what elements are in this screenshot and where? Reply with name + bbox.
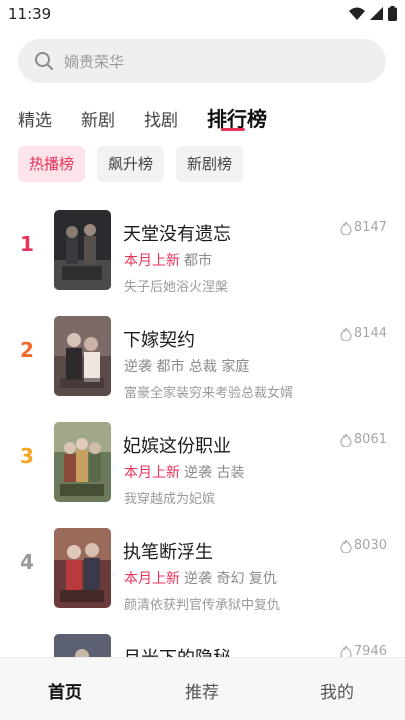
flame-icon — [340, 539, 352, 553]
genre-tags: 逆袭 奇幻 复仇 — [184, 571, 277, 587]
tab-new-drama[interactable]: 新剧 — [81, 106, 115, 131]
heat-value: 8144 — [353, 326, 387, 341]
drama-tags: 本月上新 逆袭 古装 — [124, 462, 244, 482]
drama-cover[interactable] — [54, 422, 111, 502]
wifi-icon — [349, 7, 365, 20]
drama-description: 我穿越成为妃嫔 — [124, 492, 216, 507]
heat-score: 8144 — [340, 326, 387, 341]
heat-score: 8061 — [340, 432, 387, 447]
rank-number: 1 — [20, 232, 34, 256]
new-this-month-badge: 本月上新 — [124, 465, 180, 481]
new-this-month-badge: 本月上新 — [124, 571, 180, 587]
nav-recommend[interactable]: 推荐 — [185, 678, 219, 703]
bottom-nav: 首页 推荐 我的 — [0, 657, 405, 720]
drama-tags: 逆袭 都市 总裁 家庭 — [124, 356, 249, 376]
main-tabs: 精选 新剧 找剧 排行榜 — [0, 100, 405, 136]
chip-rising[interactable]: 飙升榜 — [97, 146, 165, 182]
drama-description: 失子后她浴火涅槃 — [124, 280, 229, 295]
status-bar: 11:39 — [0, 0, 405, 28]
heat-value: 8061 — [353, 432, 387, 447]
drama-cover[interactable] — [54, 316, 111, 396]
flame-icon — [340, 327, 352, 341]
search-placeholder: 嫡贵荣华 — [64, 52, 125, 71]
drama-tags: 本月上新 逆袭 奇幻 复仇 — [124, 568, 277, 588]
status-icons — [349, 6, 397, 21]
ranking-type-chips: 热播榜 飙升榜 新剧榜 — [0, 146, 405, 184]
drama-title: 下嫁契约 — [123, 330, 195, 351]
drama-tags: 本月上新 都市 — [124, 250, 212, 270]
ranking-row[interactable]: 4 执笔断浮生 本月上新 逆袭 奇幻 复仇 颜清依获判官传承狱中复仇 8030 — [0, 518, 405, 618]
drama-title: 天堂没有遗忘 — [123, 224, 231, 245]
search-input[interactable]: 嫡贵荣华 — [18, 39, 386, 83]
signal-icon — [370, 7, 383, 20]
heat-score: 8147 — [340, 220, 387, 235]
ranking-row[interactable]: 1 天堂没有遗忘 本月上新 都市 失子后她浴火涅槃 8147 — [0, 200, 405, 300]
heat-value: 8030 — [353, 538, 387, 553]
active-tab-indicator — [221, 128, 245, 131]
search-icon — [35, 52, 53, 70]
heat-value: 8147 — [353, 220, 387, 235]
chip-hot[interactable]: 热播榜 — [18, 146, 86, 182]
drama-description: 富豪全家装穷来考验总裁女婿 — [124, 386, 294, 401]
flame-icon — [340, 433, 352, 447]
rank-number: 3 — [20, 444, 34, 468]
tab-featured[interactable]: 精选 — [18, 106, 52, 131]
drama-cover[interactable] — [54, 210, 111, 290]
chip-new[interactable]: 新剧榜 — [176, 146, 244, 182]
status-time: 11:39 — [8, 5, 52, 23]
new-this-month-badge: 本月上新 — [124, 253, 180, 269]
drama-title: 执笔断浮生 — [123, 542, 213, 563]
nav-home[interactable]: 首页 — [48, 678, 82, 703]
nav-profile[interactable]: 我的 — [320, 678, 354, 703]
battery-icon — [388, 6, 397, 21]
flame-icon — [340, 221, 352, 235]
tab-find-drama[interactable]: 找剧 — [144, 106, 178, 131]
genre-tags: 都市 — [184, 253, 212, 269]
drama-cover[interactable] — [54, 528, 111, 608]
rank-number: 4 — [20, 550, 34, 574]
genre-tags: 逆袭 古装 — [184, 465, 245, 481]
heat-score: 8030 — [340, 538, 387, 553]
drama-title: 妃嫔这份职业 — [123, 436, 231, 457]
genre-tags: 逆袭 都市 总裁 家庭 — [124, 359, 250, 375]
rank-number: 2 — [20, 338, 34, 362]
ranking-row[interactable]: 3 妃嫔这份职业 本月上新 逆袭 古装 我穿越成为妃嫔 8061 — [0, 412, 405, 512]
drama-description: 颜清依获判官传承狱中复仇 — [124, 598, 281, 613]
ranking-row[interactable]: 2 下嫁契约 逆袭 都市 总裁 家庭 富豪全家装穷来考验总裁女婿 8144 — [0, 306, 405, 406]
